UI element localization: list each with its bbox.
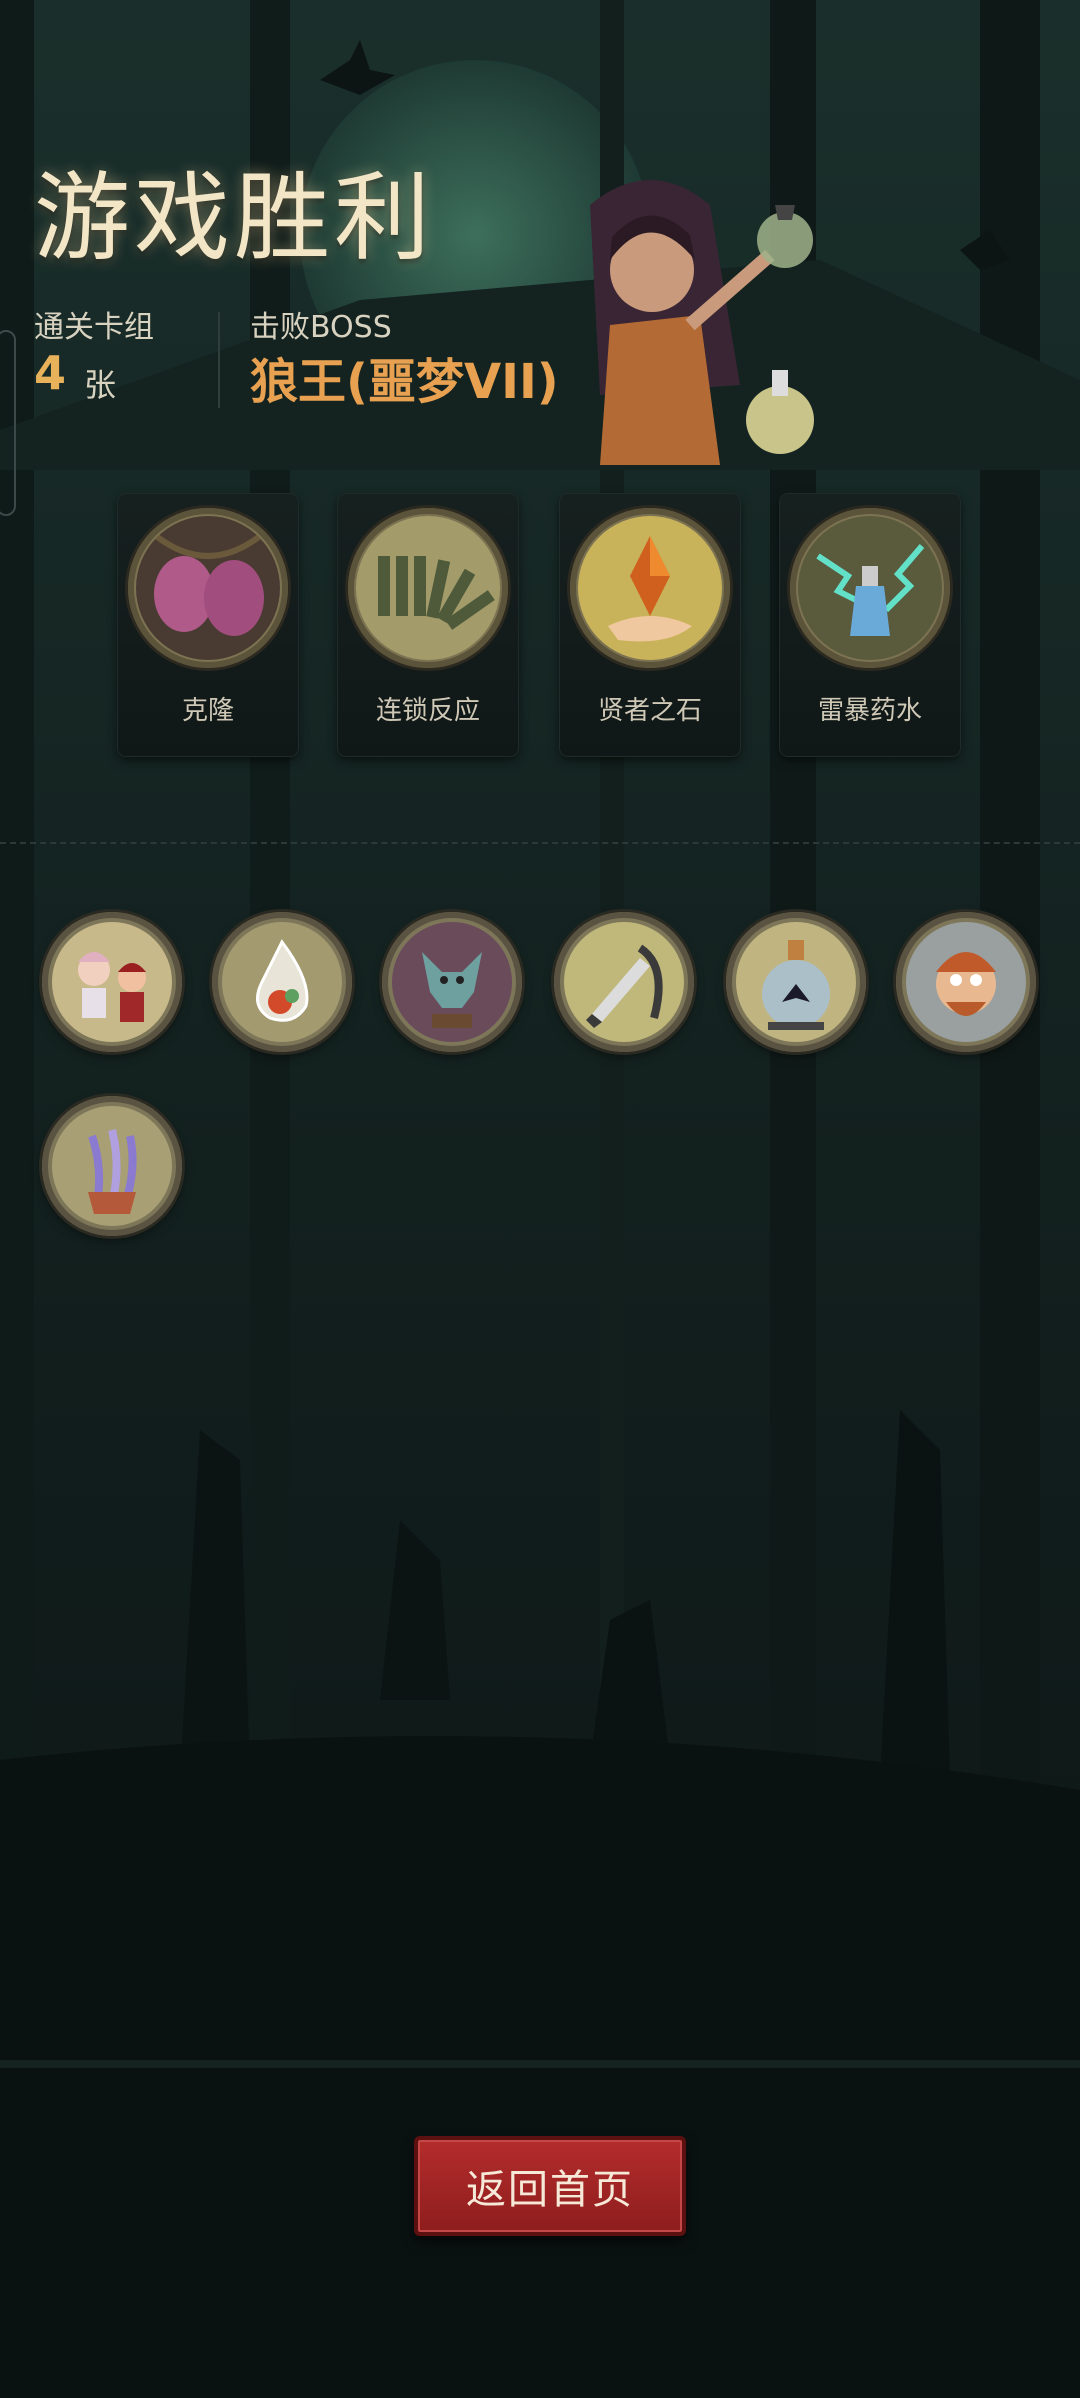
domino-icon bbox=[348, 508, 508, 668]
relic-fire-droplet[interactable] bbox=[212, 912, 352, 1052]
section-divider bbox=[0, 842, 1080, 844]
card-name: 连锁反应 bbox=[375, 696, 480, 726]
deck-card-philosopher-stone[interactable]: 贤者之石 bbox=[560, 494, 740, 756]
boss-label: 击败BOSS bbox=[250, 310, 392, 345]
crow-in-bottle-icon bbox=[736, 922, 856, 1042]
spirit-hand-potion-icon bbox=[52, 1106, 172, 1226]
deck-unit: 张 bbox=[84, 366, 117, 404]
relic-frightened-man[interactable] bbox=[896, 912, 1036, 1052]
relic-musician-children[interactable] bbox=[42, 912, 182, 1052]
relic-spirit-hand-potion[interactable] bbox=[42, 1096, 182, 1236]
deck-card-storm-potion[interactable]: 雷暴药水 bbox=[780, 494, 960, 756]
stat-divider bbox=[218, 312, 220, 408]
relic-dagger-scythe[interactable] bbox=[554, 912, 694, 1052]
card-name: 雷暴药水 bbox=[817, 696, 922, 726]
musician-children-icon bbox=[52, 922, 172, 1042]
side-tab bbox=[0, 330, 16, 516]
witch-hero-portrait bbox=[590, 180, 814, 465]
storm-potion-icon bbox=[790, 508, 950, 668]
card-name: 克隆 bbox=[181, 696, 234, 726]
deck-card-clone[interactable]: 克隆 bbox=[118, 494, 298, 756]
relic-gargoyle-statue[interactable] bbox=[382, 912, 522, 1052]
clone-eggs-icon bbox=[128, 508, 288, 668]
dagger-scythe-icon bbox=[564, 922, 684, 1042]
return-home-button[interactable]: 返回首页 bbox=[414, 2136, 686, 2236]
victory-title: 游戏胜利 bbox=[34, 162, 434, 274]
deck-card-chain-reaction[interactable]: 连锁反应 bbox=[338, 494, 518, 756]
philosopher-stone-icon bbox=[570, 508, 730, 668]
relic-crow-in-bottle[interactable] bbox=[726, 912, 866, 1052]
boss-name: 狼王(噩梦VII) bbox=[250, 354, 559, 410]
frightened-man-icon bbox=[906, 922, 1026, 1042]
deck-count: 4 bbox=[34, 346, 67, 400]
card-name: 贤者之石 bbox=[597, 696, 702, 726]
deck-label: 通关卡组 bbox=[34, 310, 154, 345]
gargoyle-statue-icon bbox=[392, 922, 512, 1042]
fire-droplet-icon bbox=[222, 922, 342, 1042]
